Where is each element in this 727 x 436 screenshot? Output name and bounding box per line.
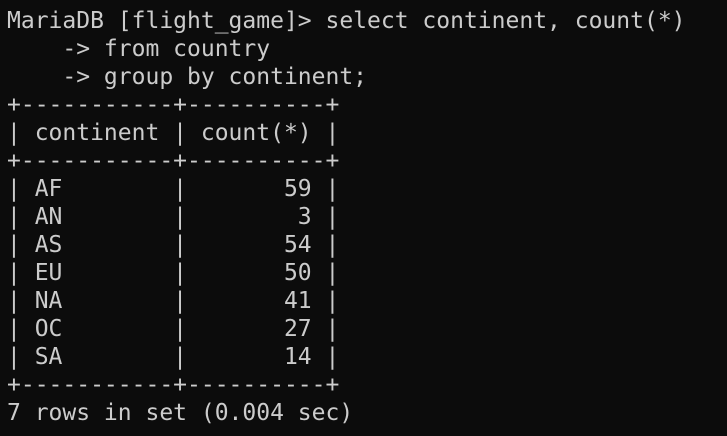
table-header-row: | continent | count(*) | (7, 120, 340, 146)
table-row: | NA | 41 | (7, 288, 340, 314)
sql-prompt-line: MariaDB [flight_game]> select continent,… (7, 8, 686, 34)
table-border-header: +-----------+----------+ (7, 148, 340, 174)
sql-continuation-line: -> from country (7, 36, 271, 62)
table-row: | EU | 50 | (7, 260, 340, 286)
table-row: | OC | 27 | (7, 316, 340, 342)
table-border-top: +-----------+----------+ (7, 92, 340, 118)
terminal-window[interactable]: MariaDB [flight_game]> select continent,… (0, 0, 727, 436)
result-summary: 7 rows in set (0.004 sec) (7, 400, 354, 426)
table-row: | SA | 14 | (7, 344, 340, 370)
table-border-bottom: +-----------+----------+ (7, 372, 340, 398)
sql-continuation-line: -> group by continent; (7, 64, 368, 90)
table-row: | AN | 3 | (7, 204, 340, 230)
table-row: | AF | 59 | (7, 176, 340, 202)
table-row: | AS | 54 | (7, 232, 340, 258)
